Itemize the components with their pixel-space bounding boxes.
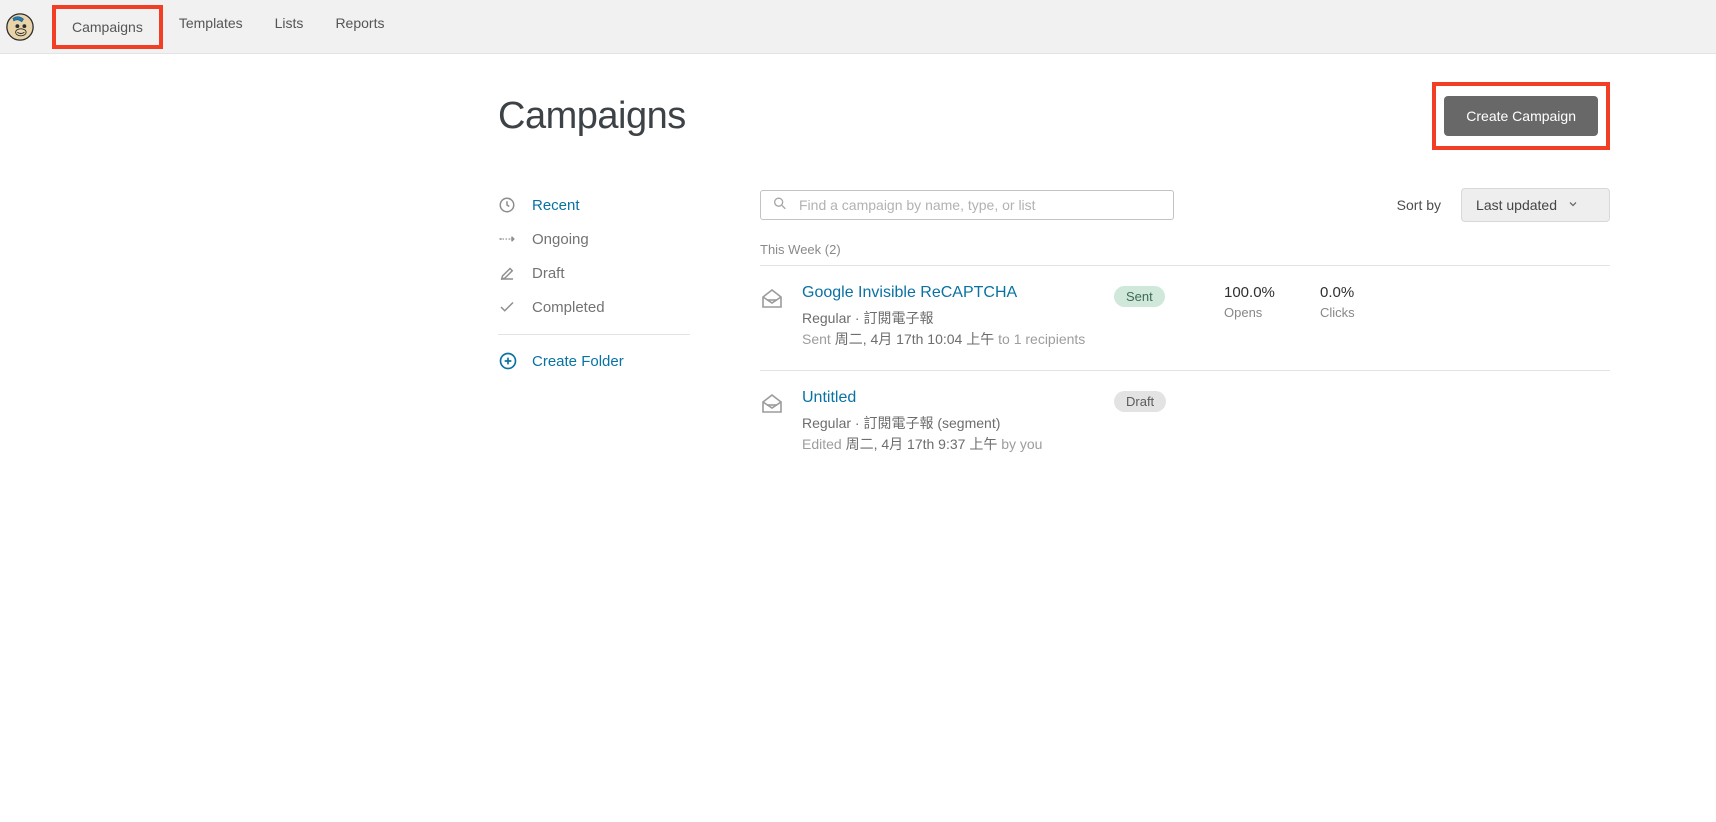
topbar: Campaigns Templates Lists Reports (0, 0, 1716, 54)
sent-time: 周二, 4月 17th 10:04 上午 (835, 331, 995, 347)
row-body: Google Invisible ReCAPTCHA Regular · 訂閱電… (802, 284, 1096, 350)
sent-suffix: to 1 recipients (998, 331, 1085, 347)
create-campaign-button[interactable]: Create Campaign (1444, 96, 1598, 136)
campaign-meta: Regular · 訂閱電子報 (segment) (802, 413, 1096, 434)
content: Recent Ongoing (88, 188, 1628, 475)
mailchimp-logo[interactable] (6, 13, 34, 41)
search-wrap (760, 190, 1174, 220)
nav-templates[interactable]: Templates (163, 5, 259, 49)
chevron-down-icon (1567, 197, 1579, 213)
sent-time: 周二, 4月 17th 9:37 上午 (846, 436, 998, 452)
envelope-icon (760, 287, 784, 311)
campaign-title-link[interactable]: Untitled (802, 389, 1096, 407)
sidebar-item-completed[interactable]: Completed (498, 290, 690, 324)
search-icon (772, 196, 788, 215)
sidebar: Recent Ongoing (498, 188, 690, 475)
plus-circle-icon (498, 351, 518, 371)
campaign-row: Untitled Regular · 訂閱電子報 (segment) Edite… (760, 370, 1610, 475)
page-title: Campaigns (498, 95, 686, 138)
campaign-sent-line: Sent 周二, 4月 17th 10:04 上午 to 1 recipient… (802, 329, 1096, 350)
stat-value: 0.0% (1320, 284, 1398, 301)
stat-label: Opens (1224, 305, 1302, 320)
stat-label: Clicks (1320, 305, 1398, 320)
sent-suffix: by you (1001, 436, 1042, 452)
nav-campaigns[interactable]: Campaigns (52, 5, 163, 49)
check-icon (498, 298, 516, 316)
clock-icon (498, 196, 516, 214)
create-folder-label: Create Folder (532, 353, 624, 370)
main-nav: Campaigns Templates Lists Reports (52, 5, 400, 49)
campaign-meta: Regular · 訂閱電子報 (802, 308, 1096, 329)
create-folder-button[interactable]: Create Folder (498, 351, 690, 371)
campaign-row: Google Invisible ReCAPTCHA Regular · 訂閱電… (760, 265, 1610, 370)
sent-prefix: Sent (802, 331, 831, 347)
sidebar-item-ongoing[interactable]: Ongoing (498, 222, 690, 256)
sort-value: Last updated (1476, 197, 1557, 213)
search-input[interactable] (760, 190, 1174, 220)
sidebar-item-label: Ongoing (532, 231, 589, 248)
sidebar-item-label: Recent (532, 197, 580, 214)
nav-reports[interactable]: Reports (319, 5, 400, 49)
sort-label: Sort by (1397, 197, 1441, 213)
stat-value: 100.0% (1224, 284, 1302, 301)
sidebar-item-recent[interactable]: Recent (498, 188, 690, 222)
stat-clicks: 0.0% Clicks (1320, 284, 1398, 350)
sidebar-item-label: Completed (532, 299, 605, 316)
nav-lists[interactable]: Lists (259, 5, 320, 49)
status-col: Sent (1114, 284, 1206, 350)
status-badge: Sent (1114, 286, 1165, 307)
campaign-title-link[interactable]: Google Invisible ReCAPTCHA (802, 284, 1096, 302)
create-campaign-highlight: Create Campaign (1432, 82, 1610, 150)
campaign-sent-line: Edited 周二, 4月 17th 9:37 上午 by you (802, 434, 1096, 455)
pencil-icon (498, 264, 516, 282)
sidebar-item-draft[interactable]: Draft (498, 256, 690, 290)
page: Campaigns Create Campaign Recent (88, 54, 1628, 475)
row-body: Untitled Regular · 訂閱電子報 (segment) Edite… (802, 389, 1096, 455)
sort-select[interactable]: Last updated (1461, 188, 1610, 222)
main: Sort by Last updated This Week (2) (760, 188, 1610, 475)
toolbar: Sort by Last updated (760, 188, 1610, 222)
stat-opens: 100.0% Opens (1224, 284, 1302, 350)
page-header: Campaigns Create Campaign (88, 82, 1628, 150)
sidebar-item-label: Draft (532, 265, 565, 282)
sent-prefix: Edited (802, 436, 842, 452)
status-col: Draft (1114, 389, 1206, 455)
group-label: This Week (2) (760, 242, 1610, 257)
sidebar-divider (498, 334, 690, 335)
envelope-icon (760, 392, 784, 416)
status-badge: Draft (1114, 391, 1166, 412)
ongoing-icon (498, 230, 516, 248)
